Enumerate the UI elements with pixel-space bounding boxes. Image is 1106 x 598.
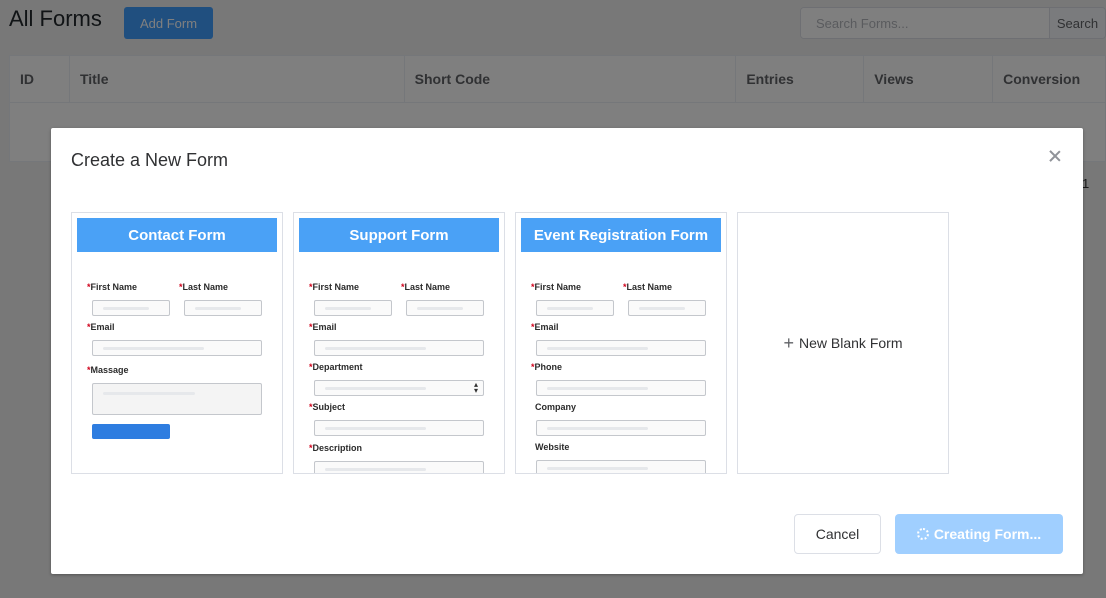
preview-submit-button: [92, 424, 170, 439]
field-label: *Massage: [87, 365, 129, 375]
new-blank-form-card[interactable]: + New Blank Form: [737, 212, 949, 474]
field-label: Website: [535, 442, 570, 452]
template-card-title: Contact Form: [77, 218, 277, 252]
field-label: *First Name: [87, 282, 138, 292]
preview-textarea: [314, 461, 484, 473]
preview-input: [536, 300, 614, 316]
new-blank-form-label: New Blank Form: [799, 335, 903, 351]
field-label: *Subject: [309, 402, 346, 412]
field-label: *Description: [309, 443, 363, 453]
preview-input: [536, 340, 706, 356]
preview-select: ▴ ▾: [314, 380, 484, 396]
template-card-title: Support Form: [299, 218, 499, 252]
preview-input: [184, 300, 262, 316]
field-label: *Last Name: [623, 282, 673, 292]
field-label: *Email: [87, 322, 115, 332]
preview-input: [314, 340, 484, 356]
template-card-support[interactable]: Support Form *First Name *Last Name *Ema…: [293, 212, 505, 474]
dialog-title: Create a New Form: [71, 150, 229, 170]
preview-input: [536, 380, 706, 396]
field-label: *Email: [531, 322, 559, 332]
preview-input: [628, 300, 706, 316]
template-preview: *First Name *Last Name *Email *Phone Com…: [516, 252, 726, 473]
new-blank-form-label-wrap: + New Blank Form: [784, 334, 903, 352]
preview-input: [536, 460, 706, 473]
preview-textarea: [92, 383, 262, 415]
preview-input: [314, 300, 392, 316]
field-label: *First Name: [309, 282, 360, 292]
create-form-dialog: Create a New Form Contact Form *First Na…: [51, 128, 1083, 574]
preview-input: [314, 420, 484, 436]
creating-form-button[interactable]: Creating Form...: [895, 514, 1063, 554]
field-label: Company: [535, 402, 577, 412]
field-label: *Last Name: [179, 282, 229, 292]
field-label: *Email: [309, 322, 337, 332]
template-card-contact[interactable]: Contact Form *First Name *Last Name *Ema…: [71, 212, 283, 474]
preview-input: [536, 420, 706, 436]
field-label: *Department: [309, 362, 363, 372]
template-card-event-registration[interactable]: Event Registration Form *First Name *Las…: [515, 212, 727, 474]
select-arrows-icon: ▴ ▾: [473, 380, 478, 395]
plus-icon: +: [783, 333, 795, 353]
template-card-title: Event Registration Form: [521, 218, 721, 252]
template-preview: *First Name *Last Name *Email *Massage: [72, 252, 282, 472]
template-preview: *First Name *Last Name *Email *Departmen…: [294, 252, 504, 473]
field-label: *Phone: [531, 362, 563, 372]
field-label: *First Name: [531, 282, 582, 292]
creating-form-label: Creating Form...: [933, 526, 1042, 542]
loading-spinner-icon: [916, 528, 929, 540]
preview-input: [92, 340, 262, 356]
field-label: *Last Name: [401, 282, 451, 292]
cancel-button[interactable]: Cancel: [794, 514, 881, 554]
close-icon[interactable]: [1047, 148, 1063, 164]
preview-input: [92, 300, 170, 316]
preview-input: [406, 300, 484, 316]
